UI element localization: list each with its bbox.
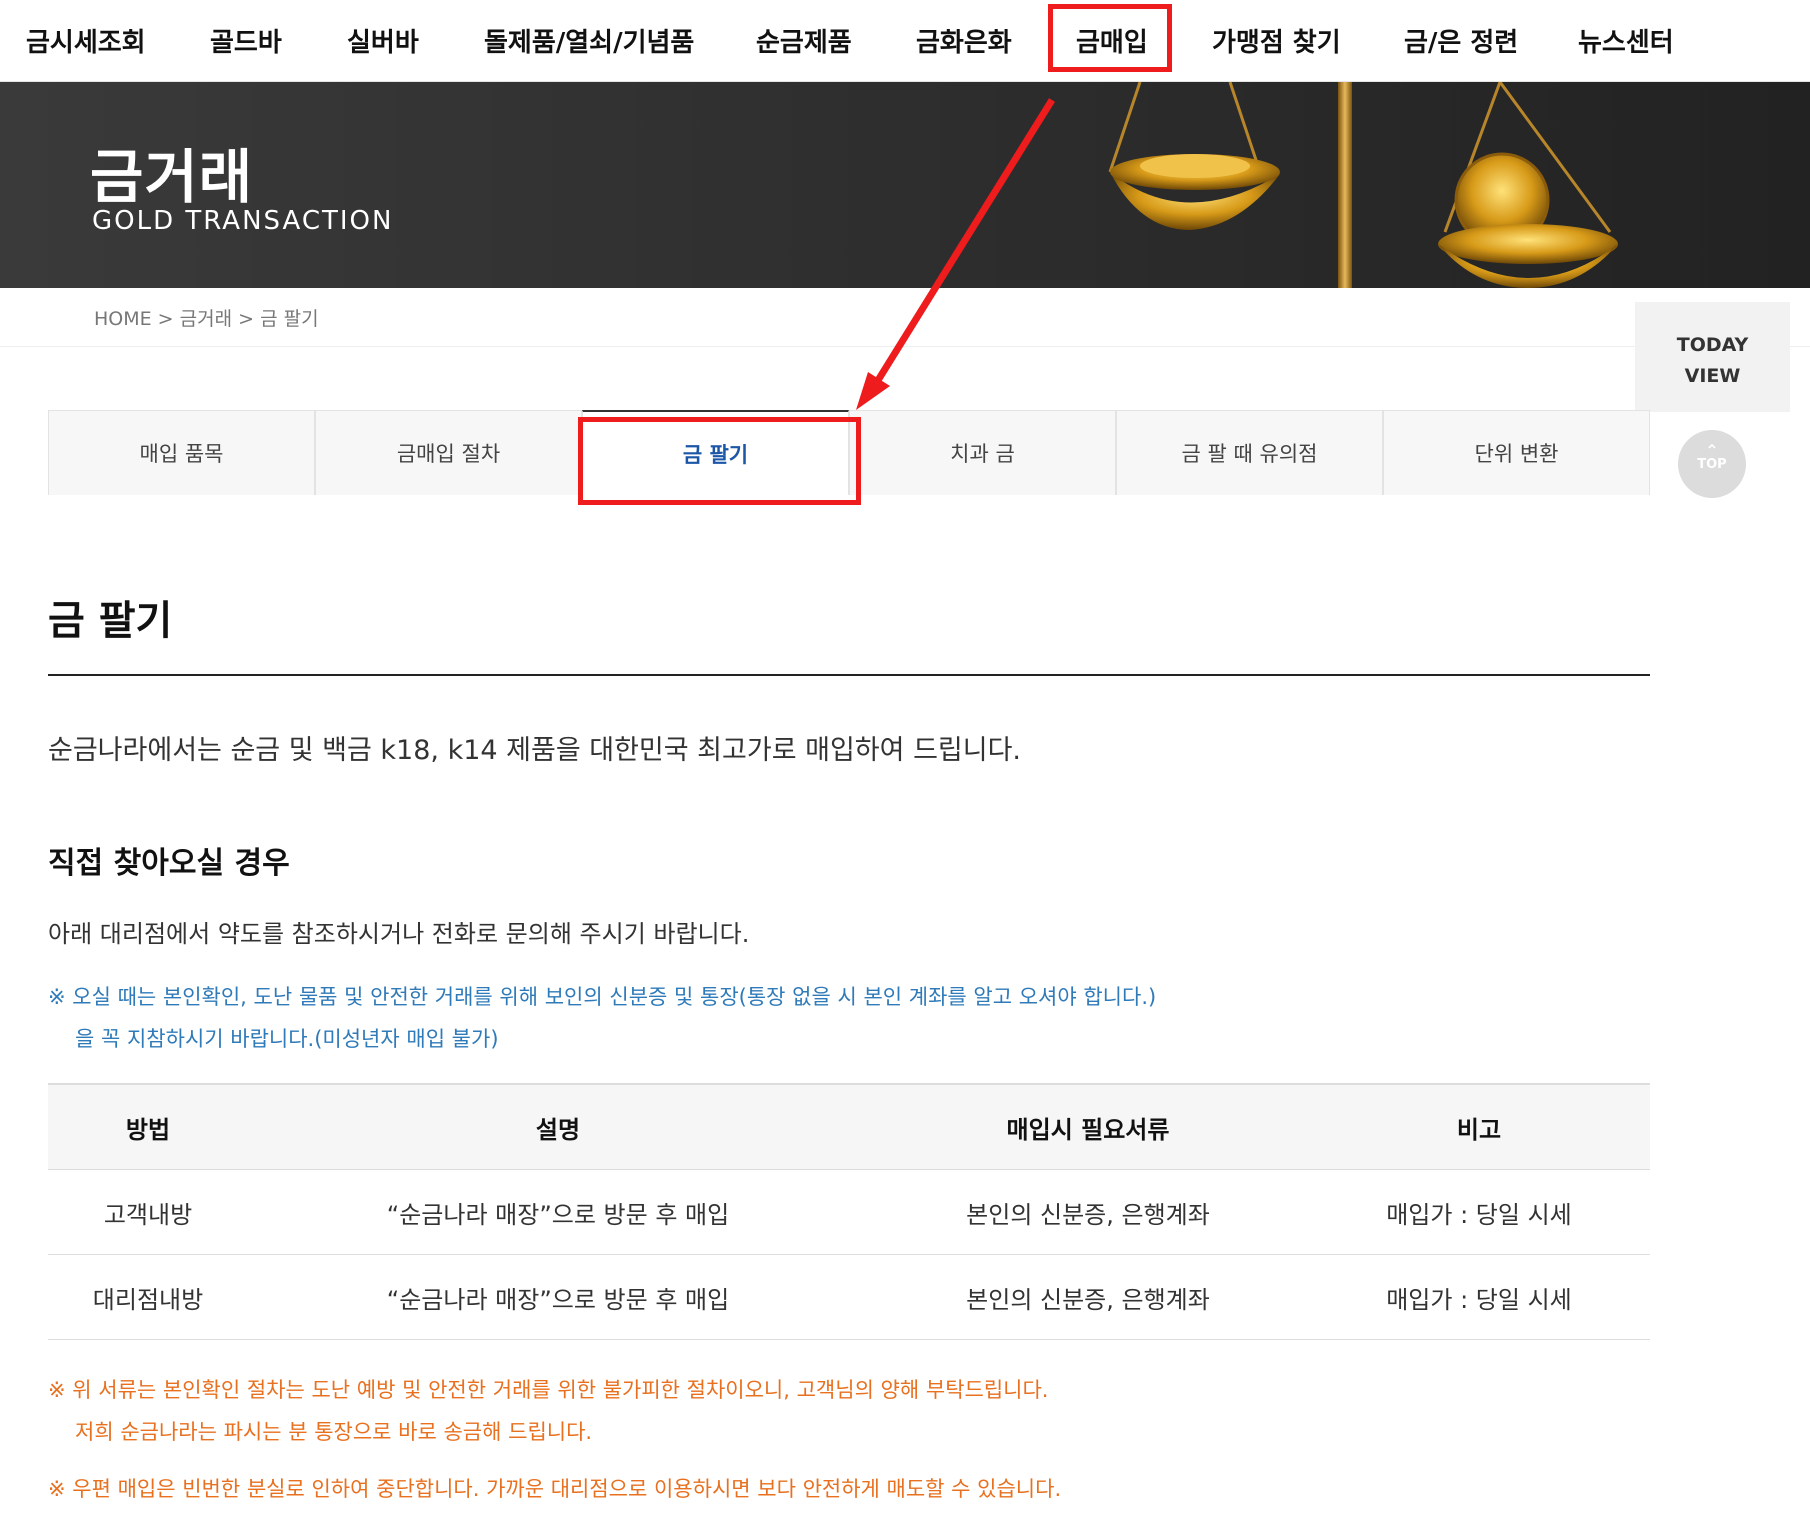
table-cell: 대리점내방 bbox=[92, 1285, 204, 1314]
nav-item-gold-price[interactable]: 금시세조회 bbox=[26, 0, 146, 82]
section-title: 금 팔기 bbox=[48, 598, 173, 644]
id-notice-line-2: 을 꼭 지참하시기 바랍니다.(미성년자 매입 불가) bbox=[75, 1027, 499, 1051]
highlight-box-tab bbox=[578, 417, 861, 505]
table-cell: “순금나라 매장”으로 방문 후 매입 bbox=[386, 1285, 730, 1314]
intro-text: 순금나라에서는 순금 및 백금 k18, k14 제품을 대한민국 최고가로 매… bbox=[48, 735, 1022, 766]
page-banner: 금거래 GOLD TRANSACTION bbox=[0, 82, 1810, 288]
top-navigation: 금시세조회 골드바 실버바 돌제품/열쇠/기념품 순금제품 금화은화 금매입 가… bbox=[0, 0, 1810, 82]
table-cell: 고객내방 bbox=[103, 1200, 193, 1229]
table-cell: “순금나라 매장”으로 방문 후 매입 bbox=[386, 1200, 730, 1229]
highlight-box-nav bbox=[1048, 4, 1172, 72]
tab-dental-gold[interactable]: 치과 금 bbox=[849, 410, 1116, 495]
tab-unit-conversion[interactable]: 단위 변환 bbox=[1383, 410, 1650, 495]
table-row: 대리점내방 “순금나라 매장”으로 방문 후 매입 본인의 신분증, 은행계좌 … bbox=[48, 1255, 1650, 1340]
nav-item-gift-products[interactable]: 돌제품/열쇠/기념품 bbox=[484, 0, 694, 82]
scale-image bbox=[1108, 82, 1618, 288]
nav-item-gold-bar[interactable]: 골드바 bbox=[210, 0, 282, 82]
visit-description: 아래 대리점에서 약도를 참조하시거나 전화로 문의해 주시기 바랍니다. bbox=[48, 920, 750, 948]
table-header-description: 설명 bbox=[535, 1115, 581, 1144]
banner-subtitle: GOLD TRANSACTION bbox=[92, 206, 394, 236]
tab-purchase-items[interactable]: 매입 품목 bbox=[48, 410, 315, 495]
visit-heading: 직접 찾아오실 경우 bbox=[48, 846, 290, 881]
nav-item-pure-gold[interactable]: 순금제품 bbox=[756, 0, 852, 82]
banner-title: 금거래 bbox=[90, 143, 254, 211]
today-view-label-1: TODAY bbox=[1676, 334, 1749, 356]
table-cell: 본인의 신분증, 은행계좌 bbox=[966, 1285, 1210, 1314]
id-notice: ※ 오실 때는 본인확인, 도난 물품 및 안전한 거래를 위해 보인의 신분증… bbox=[48, 976, 1156, 1060]
nav-item-news[interactable]: 뉴스센터 bbox=[1578, 0, 1674, 82]
nav-item-refining[interactable]: 금/은 정련 bbox=[1404, 0, 1518, 82]
tab-purchase-procedure[interactable]: 금매입 절차 bbox=[315, 410, 582, 495]
nav-item-coins[interactable]: 금화은화 bbox=[916, 0, 1012, 82]
nav-item-silver-bar[interactable]: 실버바 bbox=[347, 0, 419, 82]
tab-selling-tips[interactable]: 금 팔 때 유의점 bbox=[1116, 410, 1383, 495]
table-header-method: 방법 bbox=[125, 1115, 171, 1144]
chevron-up-icon: ⌃ bbox=[1705, 441, 1719, 460]
table-header-remarks: 비고 bbox=[1456, 1115, 1502, 1144]
table-cell: 매입가 : 당일 시세 bbox=[1386, 1200, 1572, 1229]
id-notice-line-1: ※ 오실 때는 본인확인, 도난 물품 및 안전한 거래를 위해 보인의 신분증… bbox=[48, 985, 1157, 1009]
table-header-documents: 매입시 필요서류 bbox=[1006, 1115, 1170, 1144]
scroll-top-button[interactable]: ⌃ TOP bbox=[1678, 430, 1746, 498]
document-notice-line-1: ※ 위 서류는 본인확인 절차는 도난 예방 및 안전한 거래를 위한 불가피한… bbox=[48, 1378, 1049, 1402]
mail-notice: ※ 우편 매입은 빈번한 분실로 인하여 중단합니다. 가까운 대리점으로 이용… bbox=[48, 1477, 1062, 1501]
table-cell: 매입가 : 당일 시세 bbox=[1386, 1285, 1572, 1314]
today-view-label-2: VIEW bbox=[1684, 365, 1741, 387]
today-view-panel[interactable]: TODAY VIEW bbox=[1635, 302, 1790, 412]
breadcrumb: HOME > 금거래 > 금 팔기 bbox=[94, 308, 319, 330]
table-header-row: 방법 설명 매입시 필요서류 비고 bbox=[48, 1085, 1650, 1170]
top-label: TOP bbox=[1697, 457, 1727, 472]
document-notice-line-2: 저희 순금나라는 파시는 분 통장으로 바로 송금해 드립니다. bbox=[75, 1420, 593, 1444]
table-cell: 본인의 신분증, 은행계좌 bbox=[966, 1200, 1210, 1229]
nav-item-store-finder[interactable]: 가맹점 찾기 bbox=[1212, 0, 1341, 82]
divider bbox=[0, 346, 1810, 347]
divider bbox=[48, 674, 1650, 676]
method-table: 방법 설명 매입시 필요서류 비고 고객내방 “순금나라 매장”으로 방문 후 … bbox=[48, 1083, 1650, 1340]
document-notice: ※ 위 서류는 본인확인 절차는 도난 예방 및 안전한 거래를 위한 불가피한… bbox=[48, 1369, 1048, 1453]
table-row: 고객내방 “순금나라 매장”으로 방문 후 매입 본인의 신분증, 은행계좌 매… bbox=[48, 1170, 1650, 1255]
